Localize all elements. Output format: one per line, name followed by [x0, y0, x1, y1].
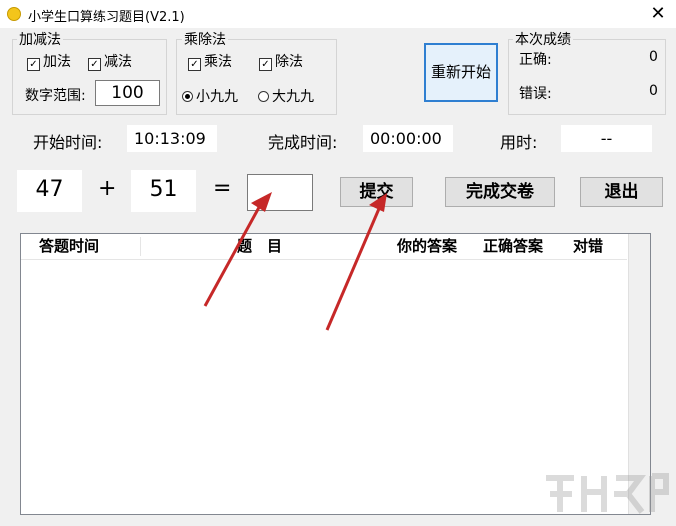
restart-button-label: 重新开始 — [430, 63, 491, 81]
submit-button[interactable]: 提交 — [340, 177, 413, 207]
div-checkbox-label: 除法 — [275, 54, 303, 70]
radio-empty-icon — [258, 91, 269, 102]
column-answer-time[interactable]: 答题时间 — [39, 234, 99, 259]
watermark-logo — [546, 473, 669, 514]
elapsed-label: 用时: — [500, 133, 538, 152]
add-sub-group-label: 加减法 — [17, 29, 63, 49]
score-group-label: 本次成绩 — [513, 29, 573, 49]
small-table-radio[interactable]: 小九九 — [182, 86, 238, 106]
check-icon: ✓ — [88, 58, 101, 71]
app-icon — [7, 7, 21, 21]
operand-a: 47 — [35, 177, 64, 202]
equals-sign: = — [213, 176, 232, 201]
list-header: 答题时间 题 目 你的答案 正确答案 对错 — [21, 234, 627, 260]
start-time-field: 10:13:09 — [127, 125, 217, 152]
sub-checkbox-label: 减法 — [104, 54, 132, 70]
mul-checkbox-label: 乘法 — [204, 54, 232, 70]
mul-div-group-label: 乘除法 — [182, 29, 228, 49]
big-table-radio[interactable]: 大九九 — [258, 86, 314, 106]
mul-checkbox[interactable]: ✓ 乘法 — [188, 51, 232, 71]
finish-exam-button-label: 完成交卷 — [466, 182, 534, 202]
column-correct-answer[interactable]: 正确答案 — [483, 234, 543, 259]
correct-count: 0 — [649, 49, 658, 65]
finish-exam-button[interactable]: 完成交卷 — [445, 177, 555, 207]
range-input-value: 100 — [111, 83, 144, 103]
column-right-wrong[interactable]: 对错 — [573, 234, 603, 259]
radio-selected-icon — [182, 91, 193, 102]
column-your-answer[interactable]: 你的答案 — [397, 234, 457, 259]
wrong-label: 错误: — [519, 86, 552, 102]
exit-button[interactable]: 退出 — [580, 177, 663, 207]
elapsed-field: -- — [561, 125, 652, 152]
finish-time-value: 00:00:00 — [370, 129, 442, 148]
start-time-label: 开始时间: — [33, 133, 103, 152]
add-checkbox-label: 加法 — [43, 54, 71, 70]
answer-input[interactable] — [247, 174, 313, 211]
wrong-count: 0 — [649, 83, 658, 99]
add-checkbox[interactable]: ✓ 加法 — [27, 51, 71, 71]
title-bar: 小学生口算练习题目(V2.1) ✕ — [0, 0, 676, 28]
column-question[interactable]: 题 目 — [237, 234, 282, 259]
operand-b: 51 — [149, 177, 178, 202]
submit-button-label: 提交 — [359, 182, 394, 202]
column-divider — [140, 237, 141, 256]
sub-checkbox[interactable]: ✓ 减法 — [88, 51, 132, 71]
big-table-label: 大九九 — [272, 89, 314, 105]
range-input[interactable]: 100 — [95, 80, 160, 106]
check-icon: ✓ — [188, 58, 201, 71]
correct-label: 正确: — [519, 52, 552, 68]
window-title: 小学生口算练习题目(V2.1) — [28, 10, 185, 25]
finish-time-label: 完成时间: — [268, 133, 338, 152]
start-time-value: 10:13:09 — [134, 129, 206, 148]
small-table-label: 小九九 — [196, 89, 238, 105]
operator: + — [98, 176, 117, 201]
check-icon: ✓ — [27, 58, 40, 71]
finish-time-field: 00:00:00 — [363, 125, 453, 152]
operand-a-field: 47 — [17, 170, 82, 212]
operand-b-field: 51 — [131, 170, 196, 212]
exit-button-label: 退出 — [604, 182, 639, 202]
close-button[interactable]: ✕ — [640, 0, 676, 28]
range-label: 数字范围: — [25, 88, 86, 104]
div-checkbox[interactable]: ✓ 除法 — [259, 51, 303, 71]
restart-button[interactable]: 重新开始 — [424, 43, 498, 102]
elapsed-value: -- — [600, 129, 613, 148]
check-icon: ✓ — [259, 58, 272, 71]
